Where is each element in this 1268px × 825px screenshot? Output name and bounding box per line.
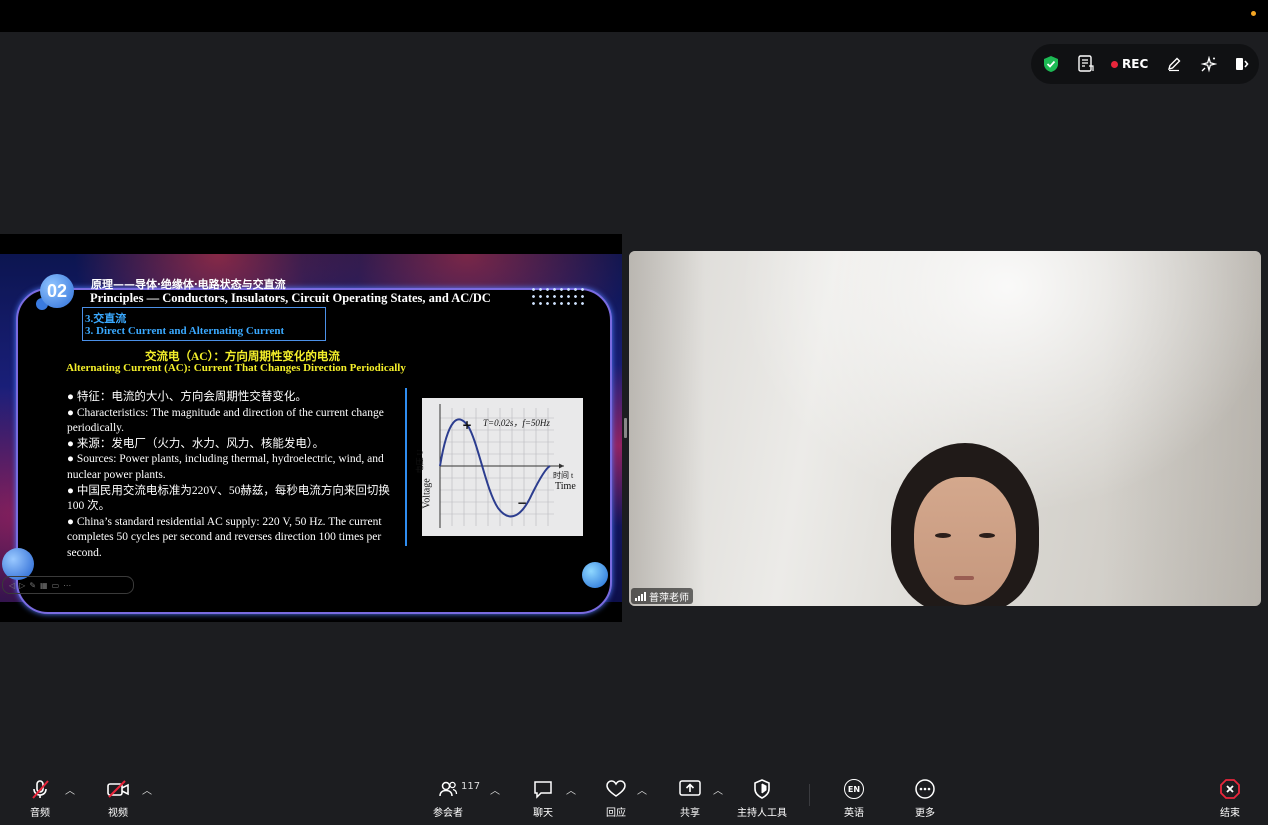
participant-eye <box>935 533 951 538</box>
host-tools-label: 主持人工具 <box>737 808 787 819</box>
decor-dot-grid <box>530 286 586 308</box>
video-button[interactable]: 视频 <box>106 777 130 819</box>
chat-button[interactable]: 聊天 <box>532 777 554 819</box>
status-indicator-dot <box>1251 11 1256 16</box>
decor-bubble-right <box>582 562 608 588</box>
bullet-item: ● China’s standard residential AC supply… <box>67 515 382 559</box>
next-slide-icon[interactable]: ▷ <box>19 581 25 590</box>
language-button[interactable]: EN 英语 <box>844 777 864 819</box>
split-resize-handle[interactable] <box>624 418 627 438</box>
end-label: 结束 <box>1220 808 1240 819</box>
participant-name: 普萍老师 <box>649 592 689 604</box>
pen-tool-icon[interactable]: ✎ <box>29 581 36 590</box>
participant-eye <box>979 533 995 538</box>
video-options-chevron-icon[interactable]: ︿ <box>142 782 152 797</box>
divider-line <box>405 388 407 546</box>
slide-control-bar[interactable]: ◁ ▷ ✎ ▦ ▭ ⋯ <box>2 576 134 594</box>
participants-count: 117 <box>461 781 481 792</box>
figure-x-label-cn: 时间 t <box>553 471 574 480</box>
section-label-cn: 3.交直流 <box>85 313 127 325</box>
share-label: 共享 <box>680 808 700 819</box>
share-options-chevron-icon[interactable]: ︿ <box>713 782 723 797</box>
language-badge: EN <box>844 779 864 799</box>
slide-title-en: Principles — Conductors, Insulators, Cir… <box>90 291 491 305</box>
ac-waveform-figure: + − T=0.02s，f=50Hz 电压 U Voltage 时间 t Tim… <box>415 398 583 536</box>
figure-y-label-cn: 电压 U <box>415 449 425 474</box>
chat-bubble-icon <box>532 777 554 801</box>
ai-sparkle-icon[interactable] <box>1200 54 1217 74</box>
more-dots-icon <box>914 777 936 801</box>
share-screen-icon <box>678 777 702 801</box>
language-label: 英语 <box>844 808 864 819</box>
figure-period-frequency: T=0.02s，f=50Hz <box>483 418 550 428</box>
participants-options-chevron-icon[interactable]: ︿ <box>490 782 500 797</box>
slide-heading-en: Alternating Current (AC): Current That C… <box>66 362 406 374</box>
end-call-icon <box>1219 777 1241 801</box>
more-button[interactable]: 更多 <box>914 777 936 819</box>
reactions-label: 回应 <box>606 808 626 819</box>
chat-label: 聊天 <box>533 808 553 819</box>
host-tools-button[interactable]: 主持人工具 <box>737 777 787 819</box>
participants-icon <box>437 777 459 801</box>
participant-mouth <box>954 576 974 580</box>
audio-label: 音频 <box>30 808 50 819</box>
heart-icon <box>605 777 627 801</box>
pen-annotate-icon[interactable] <box>1166 54 1182 74</box>
grid-view-icon[interactable]: ▦ <box>40 581 48 590</box>
chat-options-chevron-icon[interactable]: ︿ <box>566 782 576 797</box>
record-button[interactable]: REC <box>1111 54 1148 74</box>
reactions-options-chevron-icon[interactable]: ︿ <box>637 782 647 797</box>
figure-plus-sign: + <box>462 418 473 432</box>
participant-face <box>914 477 1016 605</box>
figure-minus-sign: − <box>517 496 528 510</box>
toolbar-divider <box>809 784 810 806</box>
video-off-icon <box>106 777 130 801</box>
figure-x-label-en: Time <box>555 481 576 492</box>
language-icon: EN <box>844 777 864 801</box>
prev-slide-icon[interactable]: ◁ <box>9 581 15 590</box>
more-label: 更多 <box>915 808 935 819</box>
bullet-item: ● 中国民用交流电标准为220V、50赫兹，每秒电流方向来回切换 100 次。 <box>67 484 390 513</box>
more-options-icon[interactable]: ⋯ <box>63 581 71 590</box>
slide-title-cn: 原理——导体·绝缘体·电路状态与交直流 <box>91 278 286 291</box>
meeting-toolbar: REC <box>1031 44 1259 84</box>
shared-slide-view: 02 原理——导体·绝缘体·电路状态与交直流 Principles — Cond… <box>0 234 622 622</box>
participants-label: 参会者 <box>433 808 463 819</box>
bullet-item: ● 来源：发电厂（火力、水力、风力、核能发电）。 <box>67 437 325 450</box>
host-shield-icon <box>752 777 772 801</box>
share-button[interactable]: 共享 <box>678 777 702 819</box>
audio-button[interactable]: 音频 <box>29 777 51 819</box>
reactions-button[interactable]: 回应 <box>605 777 627 819</box>
signal-strength-icon <box>635 591 646 601</box>
figure-y-label-en: Voltage <box>421 478 433 509</box>
section-label-en: 3. Direct Current and Alternating Curren… <box>85 325 285 337</box>
bullet-item: ● Characteristics: The magnitude and dir… <box>67 406 384 435</box>
video-label: 视频 <box>108 808 128 819</box>
transcript-icon[interactable] <box>1077 54 1095 74</box>
section-number-badge: 02 <box>40 274 74 308</box>
bullet-item: ● Sources: Power plants, including therm… <box>67 453 384 481</box>
window-top-bar <box>0 0 1268 32</box>
muted-mic-icon <box>29 777 51 801</box>
participants-button[interactable]: 参会者 <box>433 777 463 819</box>
subtitle-icon[interactable]: ▭ <box>52 581 60 590</box>
exit-panel-icon[interactable] <box>1235 54 1249 74</box>
rec-label: REC <box>1122 57 1149 71</box>
record-icon <box>1111 60 1118 68</box>
participant-name-tag: 普萍老师 <box>631 588 693 604</box>
audio-options-chevron-icon[interactable]: ︿ <box>65 782 75 797</box>
participant-video[interactable] <box>629 251 1261 606</box>
end-meeting-button[interactable]: 结束 <box>1219 777 1241 819</box>
shield-check-icon[interactable] <box>1043 54 1059 74</box>
bullet-list: ● 特征：电流的大小、方向会周期性交替变化。 ● Characteristics… <box>67 390 397 562</box>
bullet-item: ● 特征：电流的大小、方向会周期性交替变化。 <box>67 391 307 403</box>
